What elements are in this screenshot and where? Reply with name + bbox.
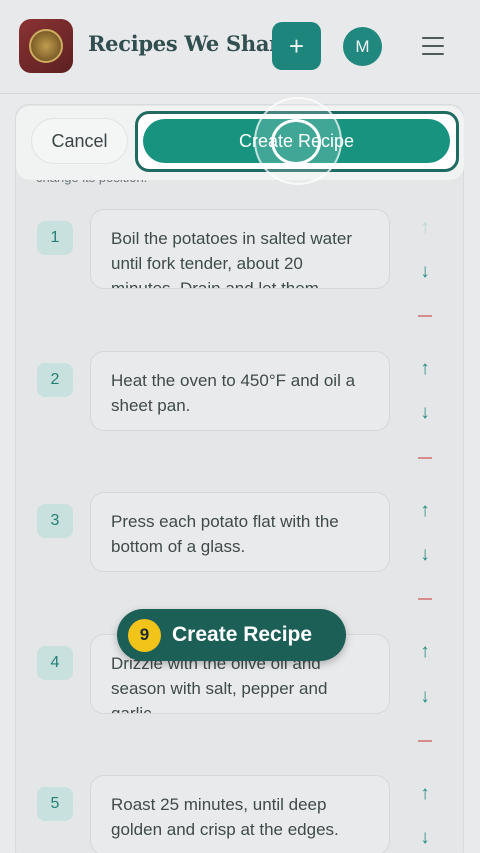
move-up-icon[interactable]: ↑ (414, 217, 436, 239)
step-number: 3 (37, 504, 73, 538)
cancel-button[interactable]: Cancel (31, 118, 128, 164)
step-textarea[interactable]: Press each potato flat with the bottom o… (90, 492, 390, 572)
move-down-icon[interactable]: ↓ (414, 402, 436, 424)
move-up-icon[interactable]: ↑ (414, 641, 436, 663)
step-number: 4 (37, 646, 73, 680)
move-down-icon[interactable]: ↓ (414, 686, 436, 708)
remove-step-icon[interactable] (418, 740, 432, 742)
tap-indicator-inner (271, 119, 321, 165)
move-down-icon[interactable]: ↓ (414, 827, 436, 849)
tutorial-step-badge: 9 Create Recipe (117, 609, 346, 661)
brand-title[interactable]: Recipes We Share (88, 31, 293, 56)
logo-emblem (29, 29, 63, 63)
move-down-icon[interactable]: ↓ (414, 261, 436, 283)
remove-step-icon[interactable] (418, 315, 432, 317)
tutorial-step-label: Create Recipe (172, 623, 313, 646)
tutorial-step-number: 9 (128, 618, 161, 652)
move-up-icon[interactable]: ↑ (414, 358, 436, 380)
hamburger-menu-icon[interactable] (422, 37, 444, 55)
step-number: 5 (37, 787, 73, 821)
remove-step-icon[interactable] (418, 598, 432, 600)
step-textarea[interactable]: Heat the oven to 450°F and oil a sheet p… (90, 351, 390, 431)
step-textarea[interactable]: Boil the potatoes in salted water until … (90, 209, 390, 289)
move-up-icon[interactable]: ↑ (414, 783, 436, 805)
logo-icon[interactable] (19, 19, 73, 73)
app-header: Recipes We Share + M (0, 0, 480, 94)
move-down-icon[interactable]: ↓ (414, 544, 436, 566)
step-number: 2 (37, 363, 73, 397)
step-textarea[interactable]: Roast 25 minutes, until deep golden and … (90, 775, 390, 853)
remove-step-icon[interactable] (418, 457, 432, 459)
step-number: 1 (37, 221, 73, 255)
move-up-icon[interactable]: ↑ (414, 500, 436, 522)
avatar[interactable]: M (343, 27, 382, 66)
add-recipe-button[interactable]: + (272, 22, 321, 70)
